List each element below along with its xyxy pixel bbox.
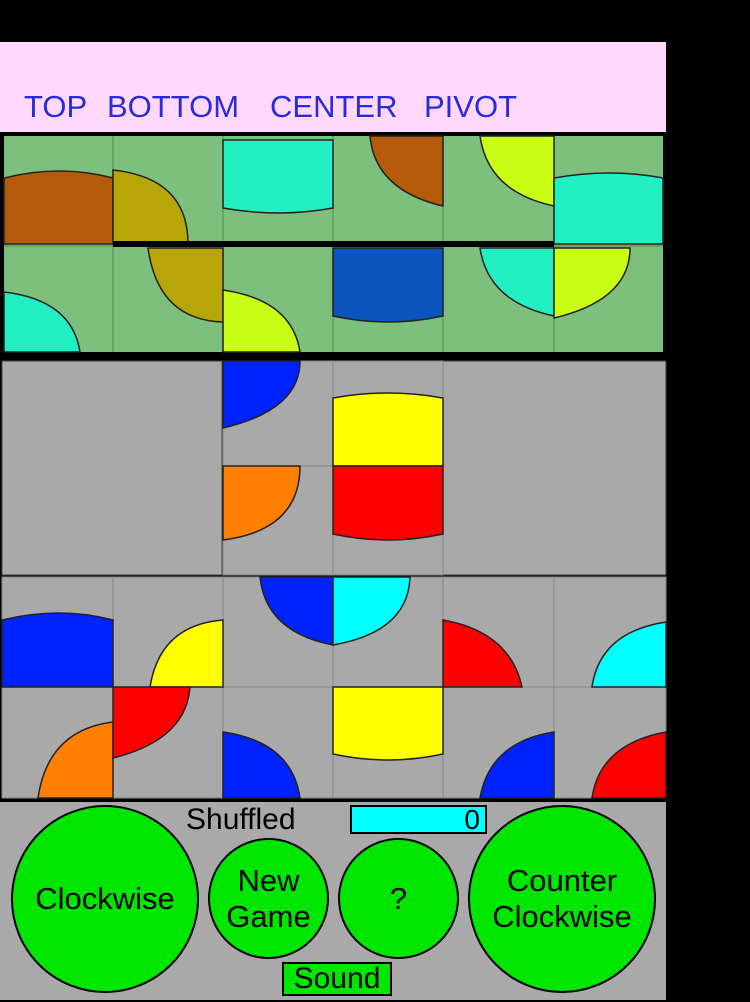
mode-bar: TOP BOTTOM CENTER PIVOT bbox=[0, 42, 666, 132]
new-game-button[interactable]: New Game bbox=[208, 838, 329, 959]
move-counter: 0 bbox=[350, 805, 487, 834]
counter-clockwise-label: Counter Clockwise bbox=[492, 863, 632, 934]
target-pattern bbox=[3, 135, 664, 353]
center-mode-button[interactable]: CENTER bbox=[270, 90, 397, 124]
help-label: ? bbox=[389, 880, 408, 916]
clockwise-label: Clockwise bbox=[35, 881, 175, 917]
play-area bbox=[0, 355, 667, 800]
help-button[interactable]: ? bbox=[338, 838, 459, 959]
new-game-label: New Game bbox=[226, 862, 311, 934]
pivot-mode-button[interactable]: PIVOT bbox=[424, 90, 517, 124]
top-mode-button[interactable]: TOP bbox=[24, 90, 87, 124]
sound-toggle-button[interactable]: Sound bbox=[282, 962, 392, 996]
bottom-mode-button[interactable]: BOTTOM bbox=[107, 90, 239, 124]
counter-clockwise-button[interactable]: Counter Clockwise bbox=[468, 805, 656, 993]
shuffle-status-label: Shuffled bbox=[186, 803, 296, 836]
clockwise-button[interactable]: Clockwise bbox=[11, 805, 199, 993]
